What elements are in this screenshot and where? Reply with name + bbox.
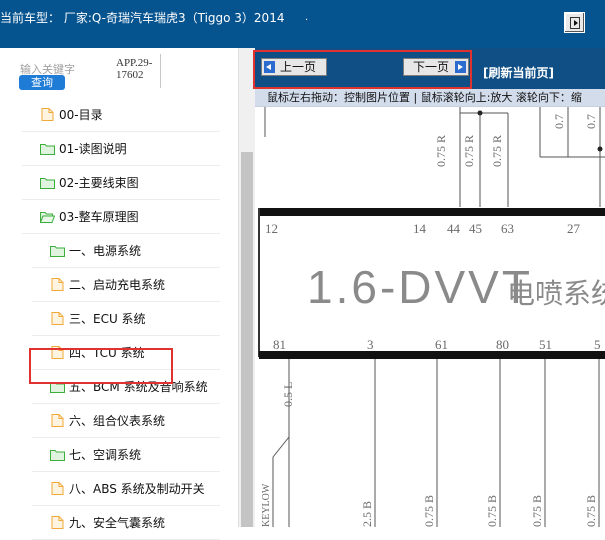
file-icon bbox=[40, 108, 55, 121]
wire-label: 0.75 R bbox=[490, 135, 504, 167]
wire-label: 0.5 L bbox=[281, 382, 295, 407]
pin-number: 12 bbox=[265, 221, 278, 236]
pin-number: 14 bbox=[413, 221, 427, 236]
wire-label: 0.75 B bbox=[422, 495, 436, 527]
pin-number: 80 bbox=[496, 337, 509, 352]
tree-item-label: 九、安全气囊系统 bbox=[69, 516, 166, 530]
connector-bar-top bbox=[259, 208, 605, 216]
wiring-diagram[interactable]: 0.75 R 0.75 R 0.75 R 0.7 0.7 12 14 44 45… bbox=[255, 107, 605, 527]
tree-item-label: 01-读图说明 bbox=[59, 142, 127, 156]
wiring-diagram-svg: 0.75 R 0.75 R 0.75 R 0.7 0.7 12 14 44 45… bbox=[258, 107, 605, 527]
tree-item-label: 00-目录 bbox=[59, 108, 103, 122]
pin-number: 63 bbox=[501, 221, 514, 236]
tree-item[interactable]: 七、空调系统 bbox=[32, 438, 220, 472]
wire-label: 0.7 bbox=[584, 114, 598, 129]
topbar-dot: . bbox=[305, 12, 309, 23]
ecu-heading: 1.6-DVVT bbox=[307, 261, 533, 313]
file-icon bbox=[50, 414, 65, 427]
tree-item[interactable]: 一、电源系统 bbox=[32, 234, 220, 268]
pin-number: 44 bbox=[447, 221, 461, 236]
file-icon bbox=[50, 278, 65, 291]
wire-label: 0.7 bbox=[552, 114, 566, 129]
pin-number: 5 bbox=[594, 337, 601, 352]
app-code: APP.29- 17602 bbox=[116, 57, 153, 81]
wire-label: 0.75 R bbox=[462, 135, 476, 167]
wire-label: 0.75 R bbox=[434, 135, 448, 167]
tree-item-label: 八、ABS 系统及制动开关 bbox=[69, 482, 205, 496]
tree-item-label: 03-整车原理图 bbox=[59, 210, 139, 224]
pin-number: 51 bbox=[539, 337, 552, 352]
junction-dot bbox=[597, 146, 603, 152]
tree-item[interactable]: 02-主要线束图 bbox=[22, 166, 220, 200]
usage-hint: 鼠标左右拖动：控制图片位置 | 鼠标滚轮向上:放大 滚轮向下：缩 bbox=[255, 89, 605, 107]
tree-item[interactable]: 九、安全气囊系统 bbox=[32, 506, 220, 540]
tree-item-label: 三、ECU 系统 bbox=[69, 312, 146, 326]
left-panel: 输入关键字 APP.29- 17602 查询 00-目录 01-读图说明 02-主要… bbox=[0, 48, 255, 540]
folder-icon bbox=[40, 176, 55, 189]
pin-number: 81 bbox=[273, 337, 286, 352]
tree-item[interactable]: 01-读图说明 bbox=[22, 132, 220, 166]
folder-icon bbox=[50, 244, 65, 257]
wire-label: 0.75 B bbox=[485, 495, 499, 527]
tree-item[interactable]: 03-整车原理图 bbox=[22, 200, 220, 234]
panel-toggle-icon bbox=[570, 17, 580, 29]
folder-open-icon bbox=[39, 210, 56, 223]
panel-toggle-button[interactable] bbox=[564, 12, 585, 33]
pin-number: 27 bbox=[567, 221, 581, 236]
pin-number: 45 bbox=[469, 221, 482, 236]
connector-bar-bottom bbox=[259, 351, 605, 359]
tree-item[interactable]: 八、ABS 系统及制动开关 bbox=[32, 472, 220, 506]
junction-dot bbox=[477, 110, 483, 116]
diagram-viewer: 上一页 下一页 [刷新当前页] 鼠标左右拖动：控制图片位置 | 鼠标滚轮向上:放… bbox=[253, 48, 605, 527]
file-icon bbox=[50, 482, 65, 495]
divider bbox=[160, 54, 161, 88]
wire-label: 2.5 B bbox=[360, 501, 374, 527]
nav-highlight-box bbox=[253, 50, 472, 89]
pin-number: 61 bbox=[435, 337, 448, 352]
folder-icon bbox=[50, 448, 65, 461]
file-icon bbox=[50, 516, 65, 529]
folder-icon bbox=[40, 142, 55, 155]
current-model-title: 当前车型： 厂家:Q-奇瑞汽车瑞虎3（Tiggo 3）2014 bbox=[0, 11, 285, 25]
wire-label: 0.75 B bbox=[530, 495, 544, 527]
ecu-heading-suffix: 电喷系统 bbox=[507, 278, 605, 309]
search-button[interactable]: 查询 bbox=[19, 75, 65, 90]
tree-item[interactable]: 00-目录 bbox=[22, 98, 220, 132]
scrollbar-thumb[interactable] bbox=[241, 152, 253, 527]
tree-item[interactable]: 三、ECU 系统 bbox=[32, 302, 220, 336]
wire-label: KEYLOW bbox=[261, 483, 272, 527]
refresh-page-link[interactable]: [刷新当前页] bbox=[483, 64, 554, 81]
tree-item[interactable]: 二、启动充电系统 bbox=[32, 268, 220, 302]
file-icon bbox=[50, 312, 65, 325]
tree-item[interactable]: 六、组合仪表系统 bbox=[32, 404, 220, 438]
tree-item-label: 六、组合仪表系统 bbox=[69, 414, 166, 428]
tree-item-label: 七、空调系统 bbox=[69, 448, 142, 462]
ecu-highlight-box bbox=[29, 348, 173, 384]
wire-label: 0.75 B bbox=[584, 495, 598, 527]
tree-item-label: 一、电源系统 bbox=[69, 244, 142, 258]
tree-item-label: 二、启动充电系统 bbox=[69, 278, 166, 292]
tree-scrollbar[interactable] bbox=[238, 48, 255, 527]
top-bar: 当前车型： 厂家:Q-奇瑞汽车瑞虎3（Tiggo 3）2014 . bbox=[0, 0, 605, 48]
pin-number: 3 bbox=[367, 337, 374, 352]
tree-item-label: 02-主要线束图 bbox=[59, 176, 139, 190]
viewer-toolbar: 上一页 下一页 [刷新当前页] bbox=[253, 48, 605, 89]
